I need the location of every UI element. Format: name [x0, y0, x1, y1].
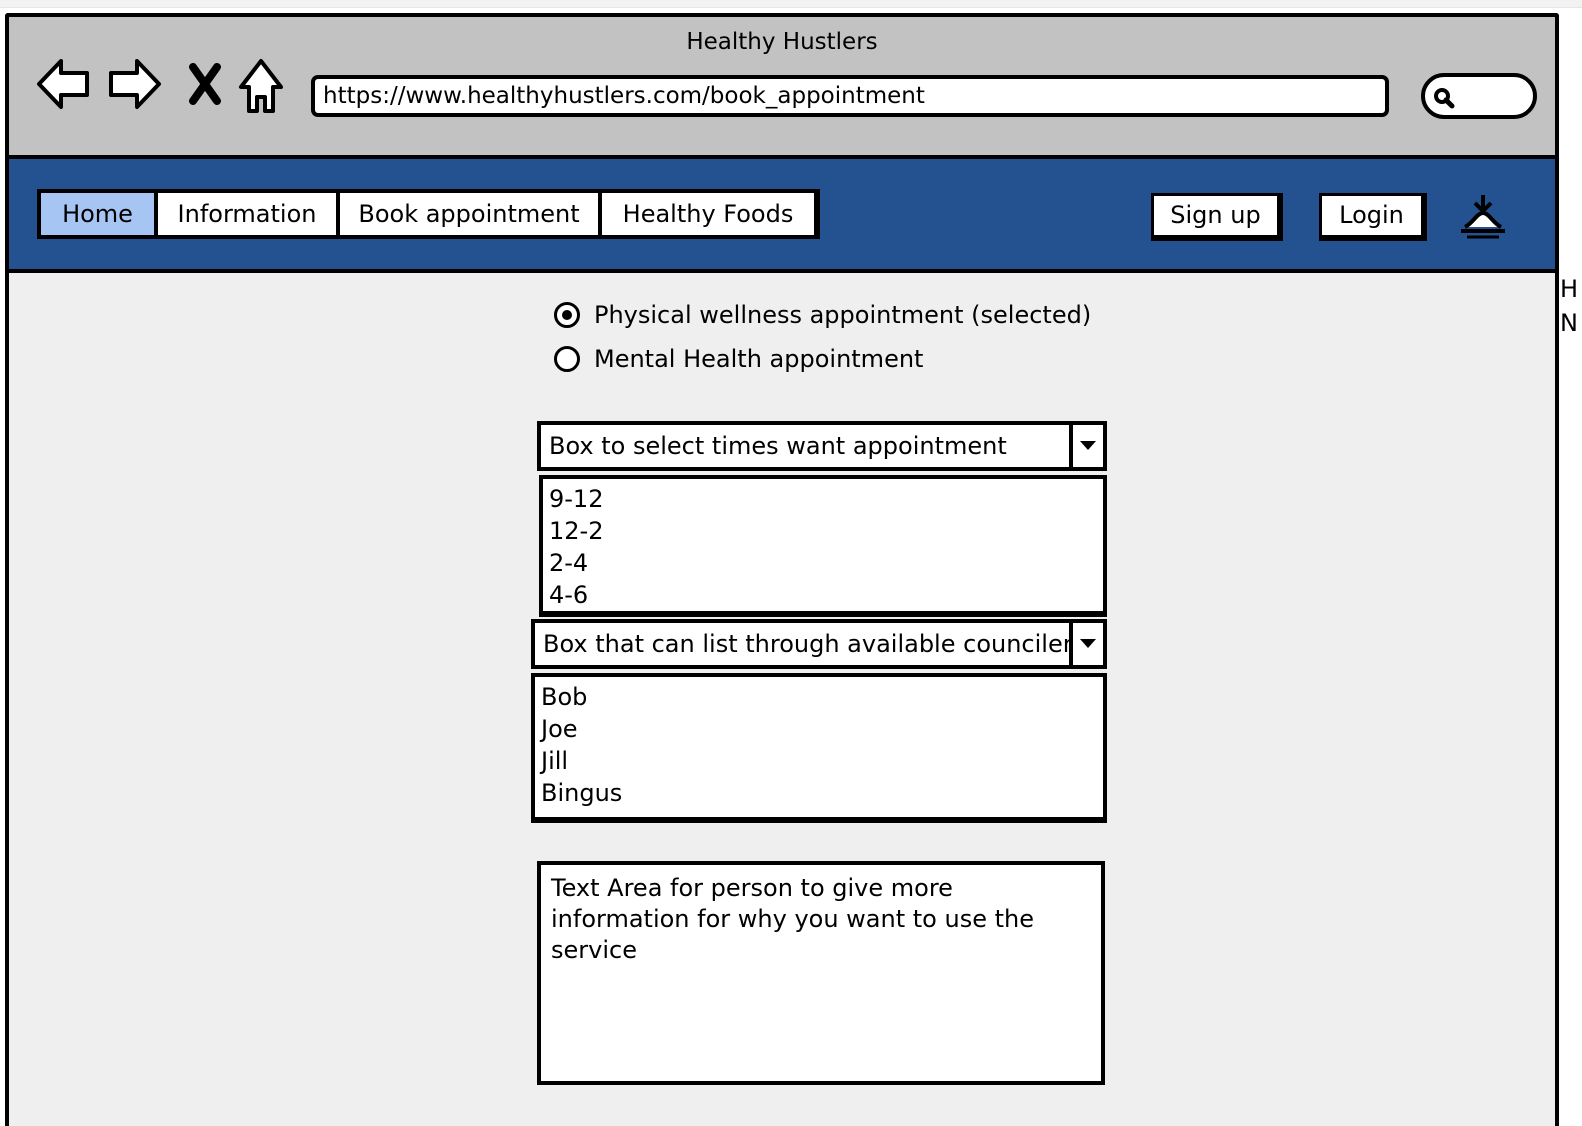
radio-button-selected[interactable] — [554, 302, 580, 328]
clipped-text-line: N — [1560, 309, 1578, 337]
counselor-options-list: Bob Joe Jill Bingus — [531, 673, 1107, 823]
user-icon[interactable] — [1457, 193, 1509, 245]
browser-window: Healthy Hustlers https://www.healthyhust… — [5, 13, 1559, 1126]
radio-button[interactable] — [554, 346, 580, 372]
url-bar[interactable]: https://www.healthyhustlers.com/book_app… — [311, 75, 1389, 117]
counselor-select-combobox[interactable]: Box that can list through available coun… — [531, 619, 1107, 669]
nav-tabs: Home Information Book appointment Health… — [37, 189, 820, 239]
clipped-edge-text: H N — [1560, 272, 1582, 340]
list-item[interactable]: Bingus — [541, 777, 1103, 809]
time-select-combobox[interactable]: Box to select times want appointment — [537, 421, 1107, 471]
login-button[interactable]: Login — [1319, 193, 1427, 241]
forward-arrow-icon[interactable] — [107, 57, 163, 111]
time-select-label: Box to select times want appointment — [549, 432, 1007, 460]
list-item[interactable]: Joe — [541, 713, 1103, 745]
chevron-down-icon[interactable] — [1069, 425, 1103, 467]
more-info-textarea[interactable]: Text Area for person to give more inform… — [537, 861, 1105, 1085]
list-item[interactable]: 2-4 — [549, 547, 1103, 579]
sign-up-button[interactable]: Sign up — [1151, 193, 1283, 241]
tab-information[interactable]: Information — [158, 193, 340, 235]
clipped-text-line: H — [1560, 275, 1579, 303]
tab-healthy-foods[interactable]: Healthy Foods — [602, 193, 814, 235]
site-navbar: Home Information Book appointment Health… — [9, 159, 1555, 273]
search-icon — [1432, 86, 1456, 114]
back-arrow-icon[interactable] — [35, 57, 91, 111]
list-item[interactable]: 9-12 — [549, 483, 1103, 515]
stop-x-icon[interactable] — [187, 63, 223, 105]
booking-form: Physical wellness appointment (selected)… — [9, 277, 1555, 1126]
tab-book-appointment[interactable]: Book appointment — [340, 193, 602, 235]
list-item[interactable]: 12-2 — [549, 515, 1103, 547]
radio-mental-health[interactable]: Mental Health appointment — [554, 345, 923, 373]
radio-label: Mental Health appointment — [594, 345, 924, 373]
list-item[interactable]: Bob — [541, 681, 1103, 713]
window-title: Healthy Hustlers — [686, 29, 878, 55]
time-options-list: 9-12 12-2 2-4 4-6 — [539, 475, 1107, 617]
chevron-down-icon[interactable] — [1069, 623, 1103, 665]
list-item[interactable]: 4-6 — [549, 579, 1103, 611]
counselor-select-label: Box that can list through available coun… — [543, 630, 1086, 658]
home-icon[interactable] — [237, 57, 285, 115]
tab-home[interactable]: Home — [41, 193, 158, 235]
radio-label: Physical wellness appointment (selected) — [594, 301, 1092, 329]
radio-physical-wellness[interactable]: Physical wellness appointment (selected) — [554, 301, 1091, 329]
screen-top-strip — [0, 0, 1582, 8]
browser-search-box[interactable] — [1421, 73, 1537, 119]
list-item[interactable]: Jill — [541, 745, 1103, 777]
browser-chrome: Healthy Hustlers https://www.healthyhust… — [9, 17, 1555, 159]
